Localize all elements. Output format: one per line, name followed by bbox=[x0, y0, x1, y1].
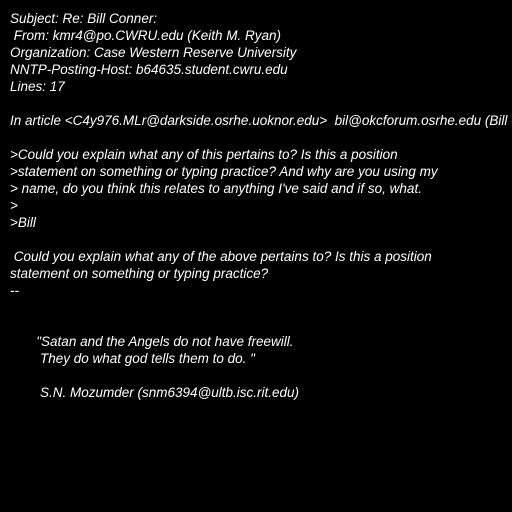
nntp-host-line: NNTP-Posting-Host: b64635.student.cwru.e… bbox=[10, 62, 288, 77]
signature-separator: -- bbox=[10, 283, 19, 298]
usenet-post: Subject: Re: Bill Conner: From: kmr4@po.… bbox=[0, 0, 512, 512]
subject-line: Subject: Re: Bill Conner: bbox=[10, 11, 158, 26]
attribution-line: In article <C4y976.MLr@darkside.osrhe.uo… bbox=[10, 113, 512, 128]
from-line: From: kmr4@po.CWRU.edu (Keith M. Ryan) bbox=[10, 28, 282, 43]
signature-quote-line: They do what god tells them to do. " bbox=[10, 351, 255, 366]
lines-count-line: Lines: 17 bbox=[10, 79, 65, 94]
quote-line: > name, do you think this relates to any… bbox=[10, 181, 422, 196]
reply-line: Could you explain what any of the above … bbox=[10, 249, 432, 264]
quote-line: >statement on something or typing practi… bbox=[10, 164, 438, 179]
quote-line: >Bill bbox=[10, 215, 36, 230]
organization-line: Organization: Case Western Reserve Unive… bbox=[10, 45, 297, 60]
reply-line: statement on something or typing practic… bbox=[10, 266, 269, 281]
quote-line: >Could you explain what any of this pert… bbox=[10, 147, 398, 162]
signature-author-line: S.N. Mozumder (snm6394@ultb.isc.rit.edu) bbox=[10, 385, 300, 400]
signature-quote-line: "Satan and the Angels do not have freewi… bbox=[10, 334, 294, 349]
quote-line: > bbox=[10, 198, 18, 213]
